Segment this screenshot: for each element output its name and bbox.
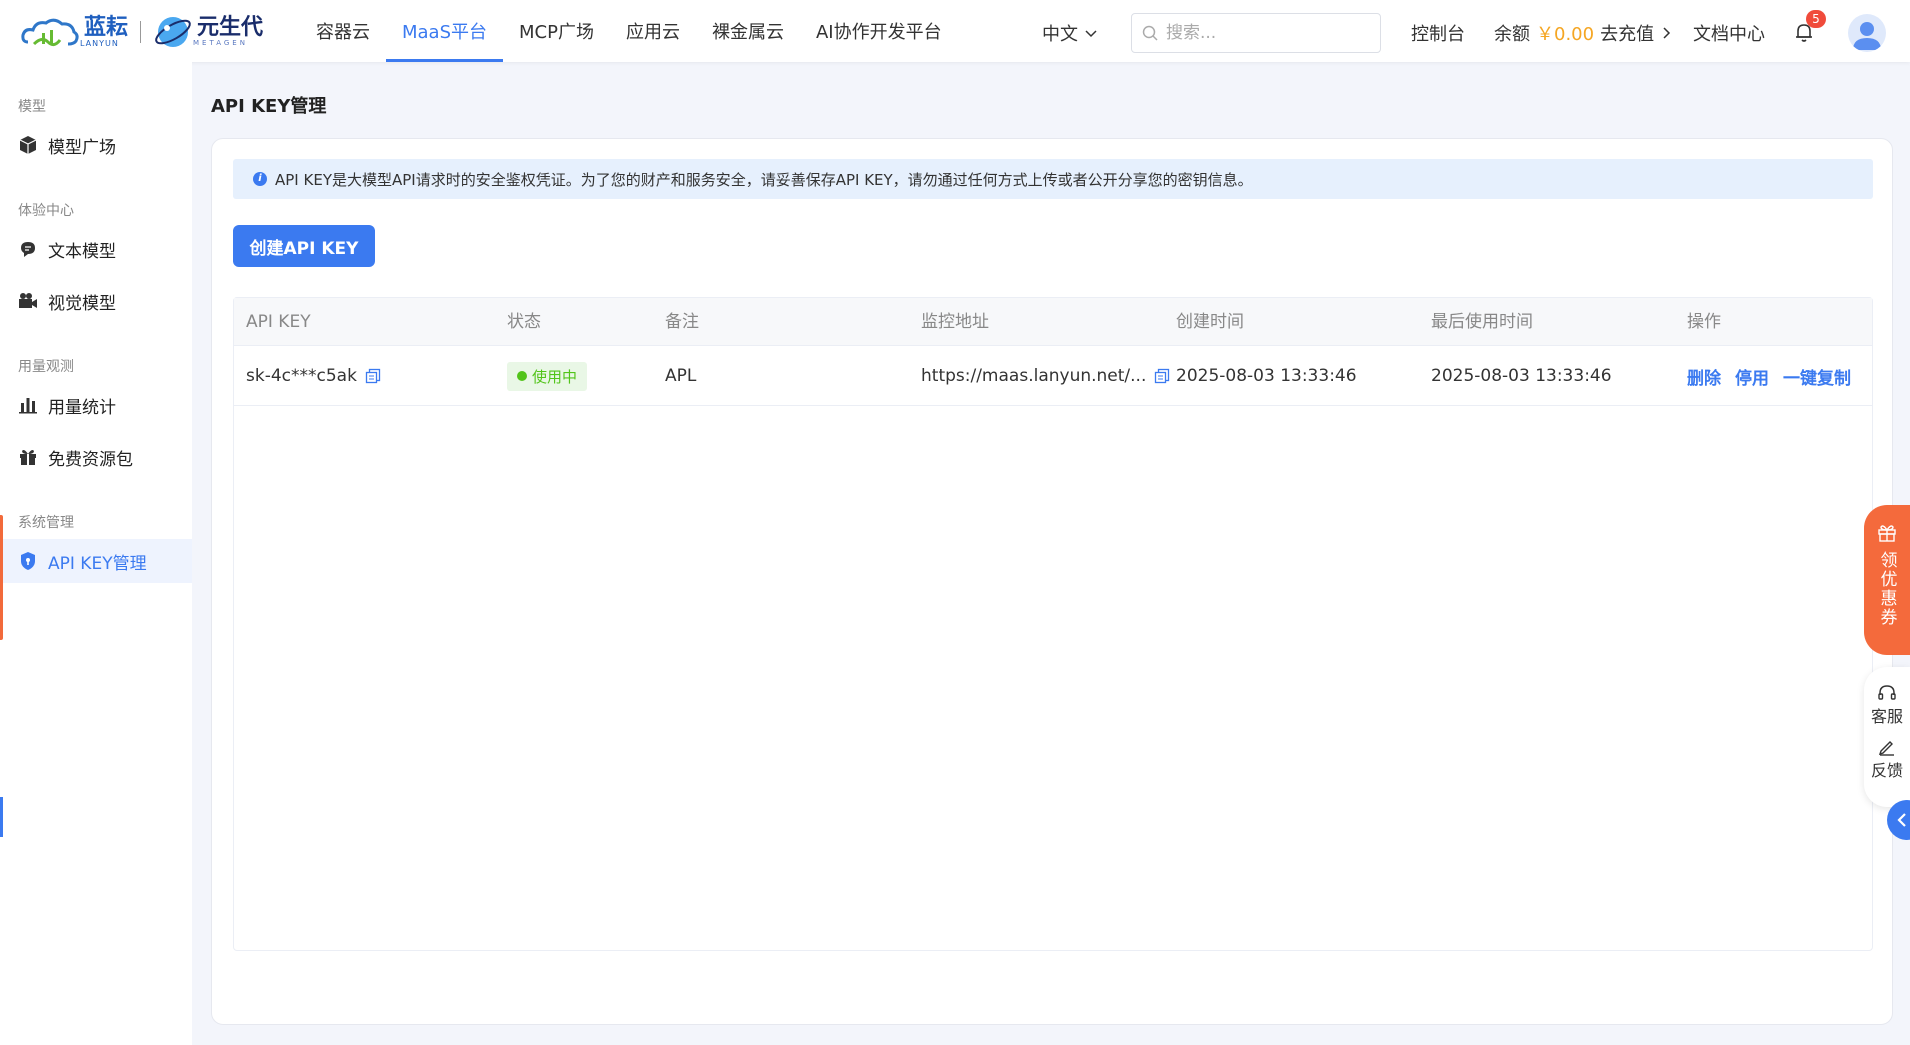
headset-icon bbox=[1878, 685, 1896, 700]
status-dot bbox=[517, 371, 527, 381]
edge-indicator-blue bbox=[0, 797, 3, 837]
col-remark: 备注 bbox=[665, 312, 699, 332]
sidebar-item-label: 视觉模型 bbox=[48, 293, 116, 314]
balance-label: 余额 bbox=[1494, 24, 1530, 45]
brand-sub-lanyun: LANYUN bbox=[80, 38, 119, 48]
sidebar-item-model-square[interactable]: 模型广场 bbox=[0, 123, 192, 167]
status-badge: 使用中 bbox=[507, 361, 588, 391]
nav-bare-metal[interactable]: 裸金属云 bbox=[696, 0, 800, 62]
page-title: API KEY管理 bbox=[211, 96, 327, 117]
sidebar-group-model: 模型 bbox=[18, 99, 46, 115]
copy-all-button[interactable]: 一键复制 bbox=[1783, 364, 1851, 389]
col-api-key: API KEY bbox=[246, 312, 311, 332]
nav-maas-platform[interactable]: MaaS平台 bbox=[386, 0, 504, 62]
nav-app-cloud[interactable]: 应用云 bbox=[610, 0, 696, 62]
avatar[interactable] bbox=[1848, 14, 1886, 52]
sidebar-item-usage-stats[interactable]: 用量统计 bbox=[0, 383, 192, 427]
nav-ai-collab[interactable]: AI协作开发平台 bbox=[800, 0, 958, 62]
sidebar-item-api-key[interactable]: API KEY管理 bbox=[0, 539, 192, 583]
created-at-value: 2025-08-03 13:33:46 bbox=[1176, 366, 1357, 386]
copy-icon[interactable] bbox=[1154, 368, 1170, 384]
balance-amount: ￥0.00 bbox=[1536, 24, 1595, 45]
copy-icon[interactable] bbox=[365, 368, 381, 384]
api-key-value: sk-4c***c5ak bbox=[246, 366, 357, 386]
shield-icon bbox=[21, 552, 35, 570]
logo-divider bbox=[140, 21, 142, 43]
sidebar-item-label: 文本模型 bbox=[48, 241, 116, 262]
cube-icon bbox=[19, 136, 37, 154]
language-label: 中文 bbox=[1042, 24, 1078, 45]
user-avatar-icon bbox=[1853, 22, 1881, 50]
customer-service-label: 客服 bbox=[1870, 707, 1903, 726]
disable-button[interactable]: 停用 bbox=[1735, 364, 1769, 389]
sidebar-item-label: 用量统计 bbox=[48, 397, 116, 418]
logo[interactable]: 蓝耘 LANYUN 元生代 METAGEN bbox=[20, 10, 290, 54]
search-icon bbox=[1142, 25, 1158, 41]
col-actions: 操作 bbox=[1687, 312, 1721, 332]
col-created-at: 创建时间 bbox=[1176, 312, 1244, 332]
chevron-down-icon bbox=[1085, 30, 1097, 38]
notification-badge: 5 bbox=[1806, 10, 1826, 28]
search-input[interactable] bbox=[1166, 23, 1366, 43]
edge-indicator-red bbox=[0, 515, 3, 640]
main-nav: 容器云 MaaS平台 MCP广场 应用云 裸金属云 AI协作开发平台 bbox=[300, 0, 958, 62]
side-tools: 客服 反馈 bbox=[1864, 667, 1910, 807]
chat-icon bbox=[21, 242, 35, 257]
bar-chart-icon bbox=[19, 398, 37, 414]
chevron-right-icon bbox=[1663, 27, 1671, 39]
sidebar-group-experience: 体验中心 bbox=[18, 203, 74, 219]
monitor-url-value: https://maas.lanyun.net/... bbox=[921, 366, 1147, 386]
notice-text: API KEY是大模型API请求时的安全鉴权凭证。为了您的财产和服务安全，请妥善… bbox=[275, 170, 1253, 189]
api-key-card: i API KEY是大模型API请求时的安全鉴权凭证。为了您的财产和服务安全，请… bbox=[211, 138, 1893, 1025]
language-selector[interactable]: 中文 bbox=[1042, 20, 1098, 46]
nav-container-cloud[interactable]: 容器云 bbox=[300, 0, 386, 62]
gift-icon bbox=[1878, 525, 1896, 542]
console-link[interactable]: 控制台 bbox=[1411, 20, 1465, 46]
metagen-logo-icon bbox=[155, 17, 191, 47]
remark-value: APL bbox=[665, 366, 697, 386]
sidebar-item-label: API KEY管理 bbox=[48, 553, 147, 574]
sidebar: 模型 模型广场 体验中心 文本模型 视觉模型 用量观测 用量统计 免费资源包 系… bbox=[0, 62, 192, 1045]
balance-area[interactable]: 余额 ￥0.00 去充值 bbox=[1494, 20, 1672, 46]
customer-service-button[interactable]: 客服 bbox=[1871, 683, 1903, 727]
gift-icon bbox=[20, 450, 36, 465]
sidebar-group-usage: 用量观测 bbox=[18, 359, 74, 375]
col-monitor-url: 监控地址 bbox=[921, 312, 989, 332]
chevron-left-icon bbox=[1897, 813, 1906, 827]
info-notice: i API KEY是大模型API请求时的安全鉴权凭证。为了您的财产和服务安全，请… bbox=[233, 159, 1873, 199]
coupon-button[interactable]: 领优惠券 bbox=[1864, 505, 1910, 655]
top-navbar: 蓝耘 LANYUN 元生代 METAGEN 容器云 MaaS平台 MCP广场 应… bbox=[0, 0, 1910, 62]
brand-name-lanyun: 蓝耘 bbox=[84, 14, 129, 40]
feedback-button[interactable]: 反馈 bbox=[1871, 737, 1903, 781]
create-api-key-button[interactable]: 创建API KEY bbox=[233, 225, 375, 267]
brand-sub-metagen: METAGEN bbox=[193, 39, 248, 47]
status-text: 使用中 bbox=[532, 367, 578, 386]
sidebar-item-free-package[interactable]: 免费资源包 bbox=[0, 435, 192, 479]
col-status: 状态 bbox=[507, 312, 541, 332]
col-last-used: 最后使用时间 bbox=[1431, 312, 1533, 332]
camera-icon bbox=[19, 293, 37, 308]
brand-name-metagen: 元生代 bbox=[197, 15, 264, 40]
delete-button[interactable]: 删除 bbox=[1687, 364, 1721, 389]
sidebar-group-system: 系统管理 bbox=[18, 515, 74, 531]
last-used-value: 2025-08-03 13:33:46 bbox=[1431, 366, 1612, 386]
docs-center-link[interactable]: 文档中心 bbox=[1693, 20, 1765, 46]
edit-icon bbox=[1878, 741, 1894, 756]
feedback-label: 反馈 bbox=[1870, 761, 1903, 780]
api-key-table: API KEY 状态 备注 监控地址 创建时间 最后使用时间 操作 sk-4c*… bbox=[233, 297, 1873, 951]
nav-mcp-square[interactable]: MCP广场 bbox=[503, 0, 610, 62]
info-icon: i bbox=[253, 172, 267, 186]
sidebar-item-label: 免费资源包 bbox=[48, 449, 133, 470]
table-row: sk-4c***c5ak 使用中 APL https://maas.lanyun… bbox=[234, 346, 1872, 406]
sidebar-item-text-model[interactable]: 文本模型 bbox=[0, 227, 192, 271]
recharge-link[interactable]: 去充值 bbox=[1600, 20, 1654, 46]
lanyun-logo-icon bbox=[21, 18, 79, 47]
coupon-label: 领优惠券 bbox=[1876, 551, 1897, 627]
search-box bbox=[1131, 13, 1381, 53]
sidebar-item-label: 模型广场 bbox=[48, 137, 116, 158]
table-header: API KEY 状态 备注 监控地址 创建时间 最后使用时间 操作 bbox=[234, 298, 1872, 346]
sidebar-item-vision-model[interactable]: 视觉模型 bbox=[0, 279, 192, 323]
